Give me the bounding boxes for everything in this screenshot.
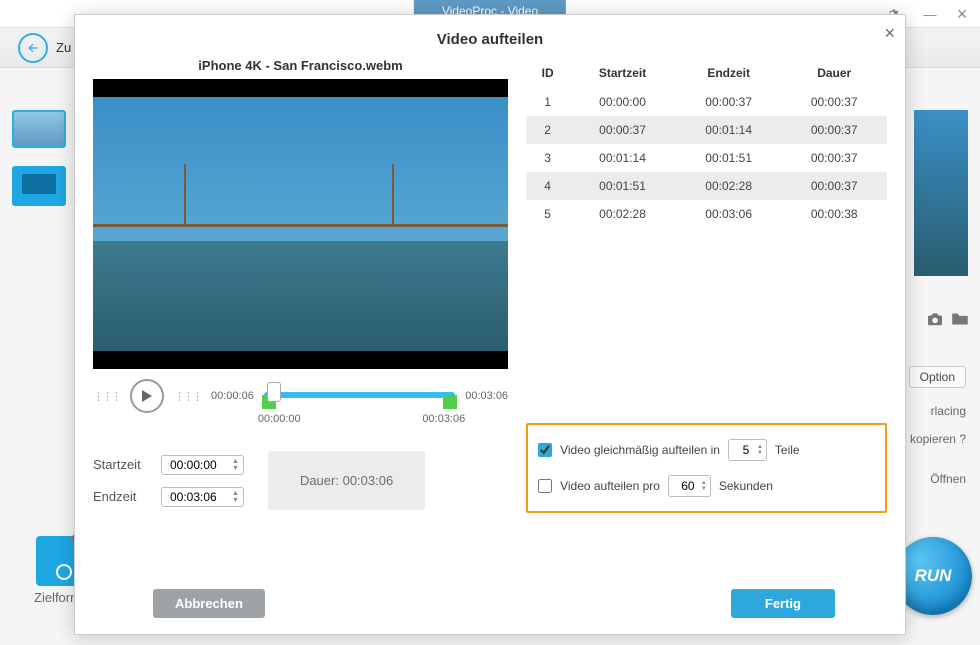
dialog-close-icon[interactable]: × <box>884 23 895 44</box>
folder-icon[interactable] <box>950 312 970 329</box>
cancel-button[interactable]: Abbrechen <box>153 589 265 618</box>
spin-down-icon[interactable]: ▼ <box>232 497 239 504</box>
cell-start: 00:02:28 <box>569 200 676 228</box>
th-id: ID <box>526 58 569 88</box>
cell-start: 00:00:37 <box>569 116 676 144</box>
seconds-input[interactable] <box>675 477 701 495</box>
split-evenly-label-a: Video gleichmäßig aufteilen in <box>560 443 720 457</box>
table-row[interactable]: 300:01:1400:01:5100:00:37 <box>526 144 887 172</box>
camera-icon[interactable] <box>926 312 944 329</box>
cell-id: 3 <box>526 144 569 172</box>
back-label: Zu <box>56 40 71 55</box>
playhead-handle[interactable] <box>267 382 281 402</box>
bg-text-fragment-1: rlacing <box>931 404 966 418</box>
cell-dur: 00:00:37 <box>781 144 887 172</box>
split-dialog: × Video aufteilen iPhone 4K - San Franci… <box>74 14 906 635</box>
split-evenly-checkbox[interactable] <box>538 443 552 457</box>
device-icon[interactable] <box>12 166 66 206</box>
th-dur: Dauer <box>781 58 887 88</box>
table-row[interactable]: 500:02:2800:03:0600:00:38 <box>526 200 887 228</box>
dialog-title: Video aufteilen <box>75 15 905 58</box>
back-button[interactable] <box>18 33 48 63</box>
spin-down-icon[interactable]: ▼ <box>701 486 707 492</box>
bg-text-fragment-2: , kopieren ? <box>903 432 966 446</box>
split-seconds-checkbox[interactable] <box>538 479 552 493</box>
bg-preview-thumb <box>914 110 968 276</box>
cell-id: 5 <box>526 200 569 228</box>
cell-dur: 00:00:38 <box>781 200 887 228</box>
end-time-input[interactable] <box>170 490 228 504</box>
th-start: Startzeit <box>569 58 676 88</box>
table-row[interactable]: 200:00:3700:01:1400:00:37 <box>526 116 887 144</box>
current-time: 00:00:06 <box>211 390 254 402</box>
cell-end: 00:01:51 <box>676 144 782 172</box>
cell-end: 00:02:28 <box>676 172 782 200</box>
spin-down-icon[interactable]: ▼ <box>757 450 763 456</box>
cell-id: 1 <box>526 88 569 116</box>
table-row[interactable]: 100:00:0000:00:3700:00:37 <box>526 88 887 116</box>
option-button-fragment[interactable]: Option <box>909 366 966 388</box>
split-options: Video gleichmäßig aufteilen in ▲▼ Teile … <box>526 423 887 513</box>
total-time: 00:03:06 <box>465 390 508 402</box>
playback-controls: ⋮⋮⋮ ⋮⋮⋮ 00:00:06 00:00:00 00:03:06 00:03… <box>93 379 508 413</box>
play-button[interactable] <box>130 379 164 413</box>
cell-start: 00:01:51 <box>569 172 676 200</box>
start-time-spinner[interactable]: ▲▼ <box>161 455 244 475</box>
cell-dur: 00:00:37 <box>781 116 887 144</box>
split-seconds-label-b: Sekunden <box>719 479 773 493</box>
spin-up-icon[interactable]: ▲ <box>232 490 239 497</box>
range-end-label: 00:03:06 <box>422 413 465 425</box>
split-evenly-label-b: Teile <box>775 443 800 457</box>
cell-start: 00:01:14 <box>569 144 676 172</box>
minimize-icon[interactable]: — <box>920 4 940 24</box>
cell-id: 4 <box>526 172 569 200</box>
document-icon <box>36 536 78 586</box>
thumbnail-strip <box>12 110 66 206</box>
video-thumbnail[interactable] <box>12 110 66 148</box>
start-time-input[interactable] <box>170 458 228 472</box>
duration-display: Dauer: 00:03:06 <box>268 451 425 510</box>
end-time-label: Endzeit <box>93 489 149 504</box>
th-end: Endzeit <box>676 58 782 88</box>
range-slider[interactable]: 00:00:00 00:03:06 <box>264 385 455 409</box>
spin-down-icon[interactable]: ▼ <box>232 465 239 472</box>
bg-text-fragment-3[interactable]: Öffnen <box>930 472 966 486</box>
spin-up-icon[interactable]: ▲ <box>232 458 239 465</box>
ok-button[interactable]: Fertig <box>731 589 835 618</box>
cell-end: 00:01:14 <box>676 116 782 144</box>
cell-id: 2 <box>526 116 569 144</box>
split-seconds-label-a: Video aufteilen pro <box>560 479 660 493</box>
cell-end: 00:00:37 <box>676 88 782 116</box>
video-filename: iPhone 4K - San Francisco.webm <box>93 58 508 73</box>
range-start-label: 00:00:00 <box>258 413 301 425</box>
parts-input[interactable] <box>735 441 757 459</box>
grip-icon: ⋮⋮⋮ <box>93 390 120 403</box>
end-time-spinner[interactable]: ▲▼ <box>161 487 244 507</box>
cell-dur: 00:00:37 <box>781 172 887 200</box>
segments-table: ID Startzeit Endzeit Dauer 100:00:0000:0… <box>526 58 887 228</box>
cell-dur: 00:00:37 <box>781 88 887 116</box>
start-time-label: Startzeit <box>93 457 149 472</box>
cell-start: 00:00:00 <box>569 88 676 116</box>
video-preview[interactable] <box>93 79 508 369</box>
table-row[interactable]: 400:01:5100:02:2800:00:37 <box>526 172 887 200</box>
cell-end: 00:03:06 <box>676 200 782 228</box>
grip-icon: ⋮⋮⋮ <box>174 390 201 403</box>
close-window-icon[interactable]: × <box>952 4 972 24</box>
range-end-handle[interactable] <box>443 395 457 409</box>
